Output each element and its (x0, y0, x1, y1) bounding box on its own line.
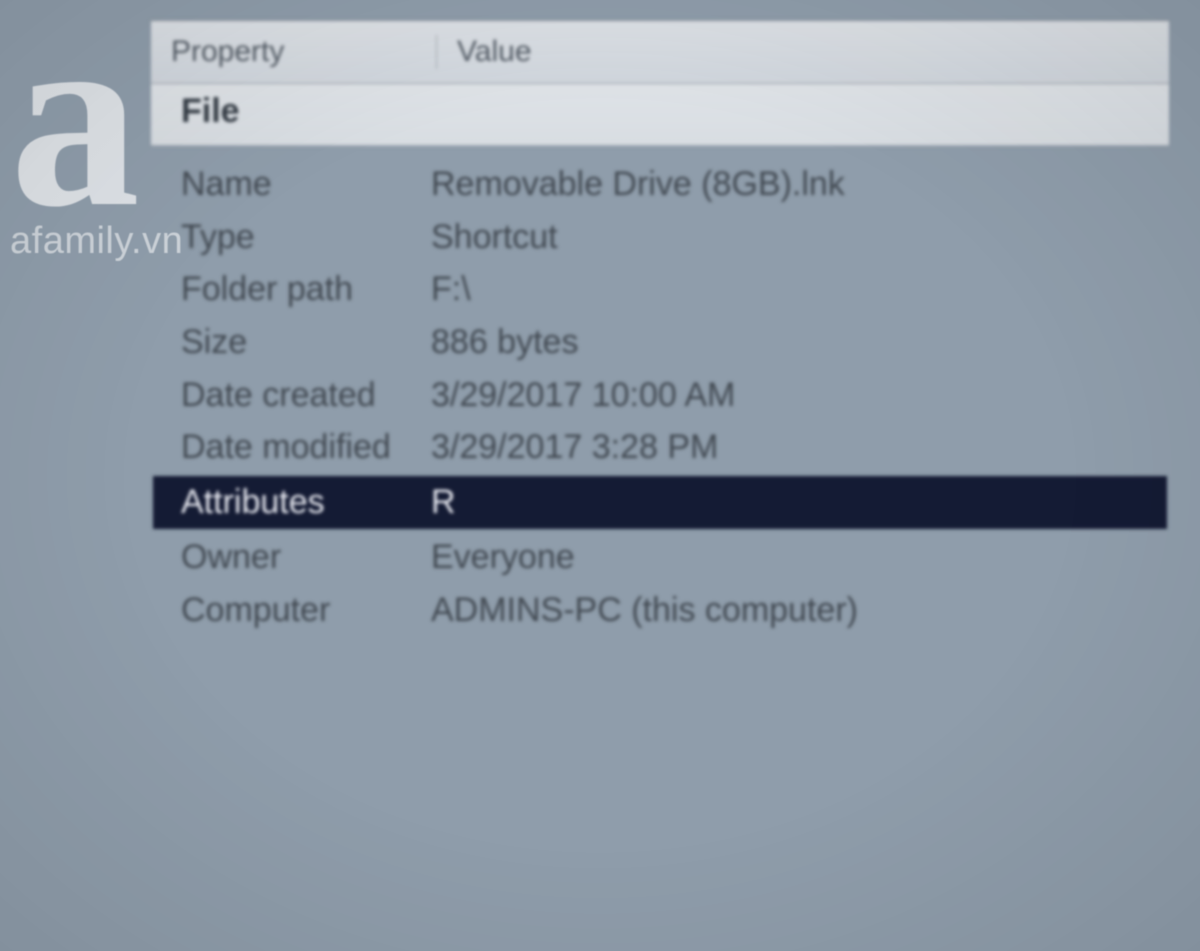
property-value: 3/29/2017 10:00 AM (431, 369, 1169, 422)
property-value: ADMINS-PC (this computer) (431, 584, 1169, 637)
property-row[interactable]: ComputerADMINS-PC (this computer) (151, 584, 1169, 637)
property-label: Attributes (181, 476, 431, 529)
column-header-value[interactable]: Value (437, 35, 1169, 69)
property-label: Date modified (181, 421, 431, 474)
property-label: Date created (181, 369, 431, 422)
property-row[interactable]: Date created3/29/2017 10:00 AM (151, 369, 1169, 422)
property-value: F:\ (431, 263, 1169, 316)
property-row[interactable]: AttributesR (153, 476, 1167, 529)
property-value: Shortcut (431, 211, 1169, 264)
property-row[interactable]: Size886 bytes (151, 316, 1169, 369)
property-value: 3/29/2017 3:28 PM (431, 421, 1169, 474)
property-value: Removable Drive (8GB).lnk (431, 158, 1169, 211)
property-row[interactable]: Date modified3/29/2017 3:28 PM (151, 421, 1169, 474)
property-label: Owner (181, 531, 431, 584)
property-value: Everyone (431, 531, 1169, 584)
property-label: Size (181, 316, 431, 369)
property-row[interactable]: TypeShortcut (151, 211, 1169, 264)
property-label: Name (181, 158, 431, 211)
property-label: Type (181, 211, 431, 264)
property-row[interactable]: NameRemovable Drive (8GB).lnk (151, 158, 1169, 211)
group-header-file[interactable]: File (151, 84, 1169, 146)
property-row[interactable]: Folder pathF:\ (151, 263, 1169, 316)
properties-list: NameRemovable Drive (8GB).lnkTypeShortcu… (151, 146, 1169, 636)
property-label: Folder path (181, 263, 431, 316)
column-header-property[interactable]: Property (151, 35, 437, 69)
property-value: 886 bytes (431, 316, 1169, 369)
property-value: R (431, 476, 1167, 529)
column-header[interactable]: Property Value (151, 21, 1169, 84)
property-row[interactable]: OwnerEveryone (151, 531, 1169, 584)
property-label: Computer (181, 584, 431, 637)
properties-window: Property Value File NameRemovable Drive … (150, 20, 1170, 22)
